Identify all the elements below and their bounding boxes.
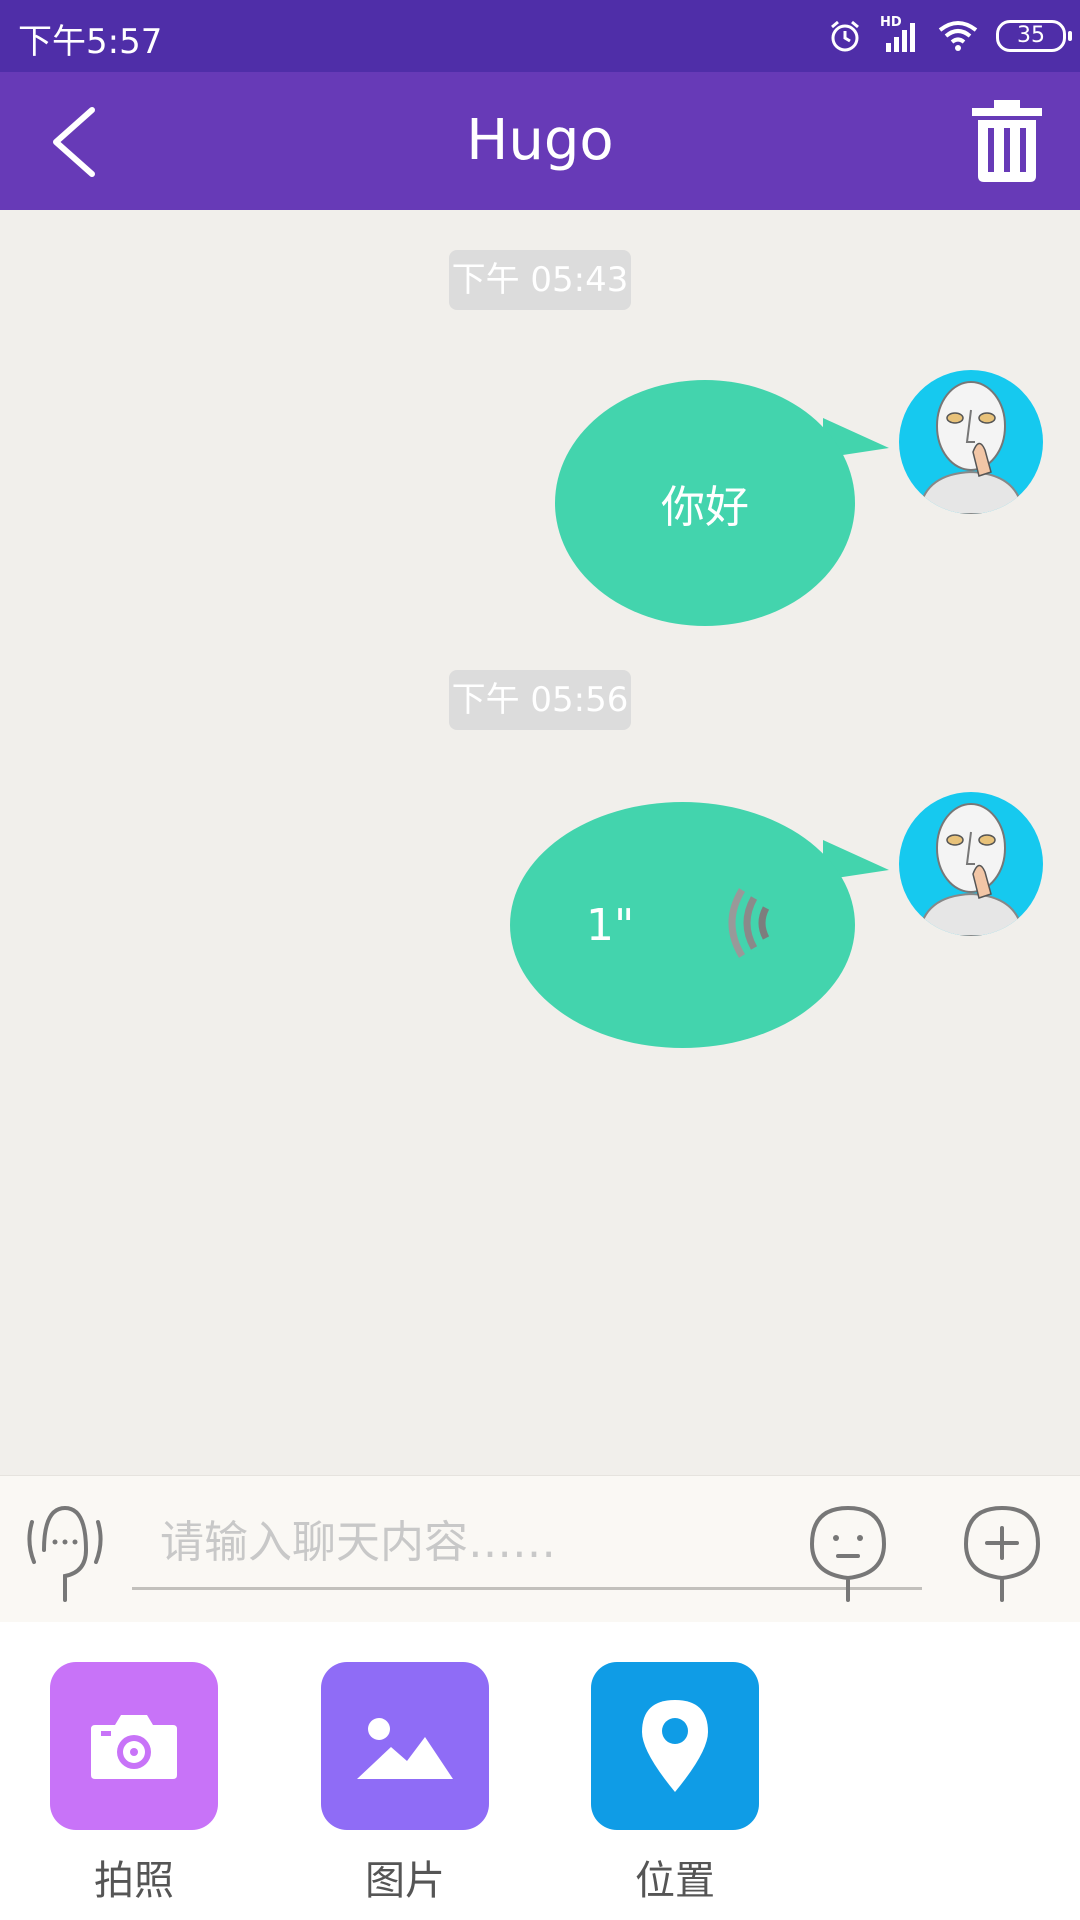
status-time: 下午5:57	[18, 22, 163, 62]
location-pin-icon	[642, 1700, 708, 1792]
tool-location[interactable]: 位置	[591, 1662, 759, 1906]
avatar[interactable]	[899, 370, 1043, 514]
chat-message-list[interactable]: 下午 05:43 你好 下午 05:56 1"	[0, 210, 1080, 1475]
voice-play-icon[interactable]	[722, 888, 782, 958]
tool-label: 图片	[365, 1858, 445, 1904]
chat-input[interactable]	[132, 1498, 922, 1590]
image-tile[interactable]	[321, 1662, 489, 1830]
image-icon	[357, 1718, 453, 1779]
avatar[interactable]	[899, 792, 1043, 936]
camera-icon	[91, 1715, 177, 1779]
location-tile[interactable]	[591, 1662, 759, 1830]
page-title: Hugo	[466, 108, 614, 173]
wifi-icon	[938, 21, 978, 51]
input-bar	[0, 1475, 1080, 1623]
mask-avatar-icon	[917, 381, 1025, 514]
message-text: 你好	[661, 482, 749, 533]
tool-camera[interactable]: 拍照	[50, 1662, 218, 1906]
chat-header: Hugo	[0, 72, 1080, 210]
emoji-icon[interactable]	[806, 1502, 890, 1602]
mask-avatar-icon	[917, 803, 1025, 936]
tool-label: 位置	[635, 1858, 715, 1904]
status-bar: 下午5:57 HD 35	[0, 0, 1080, 72]
signal-icon: HD	[880, 15, 920, 53]
camera-tile[interactable]	[50, 1662, 218, 1830]
trash-icon[interactable]	[970, 100, 1044, 182]
tool-image[interactable]: 图片	[321, 1662, 489, 1906]
tool-label: 拍照	[94, 1858, 174, 1904]
message-timestamp: 下午 05:43	[449, 250, 631, 310]
alarm-icon	[831, 20, 859, 52]
plus-icon[interactable]	[960, 1502, 1044, 1602]
message-timestamp: 下午 05:56	[449, 670, 631, 730]
battery-indicator: 35	[996, 20, 1072, 52]
attachment-panel: 拍照 图片 位置	[0, 1622, 1080, 1920]
voice-duration: 1"	[586, 900, 635, 951]
status-icons: HD 35	[828, 15, 1072, 56]
voice-input-icon[interactable]	[24, 1502, 106, 1602]
